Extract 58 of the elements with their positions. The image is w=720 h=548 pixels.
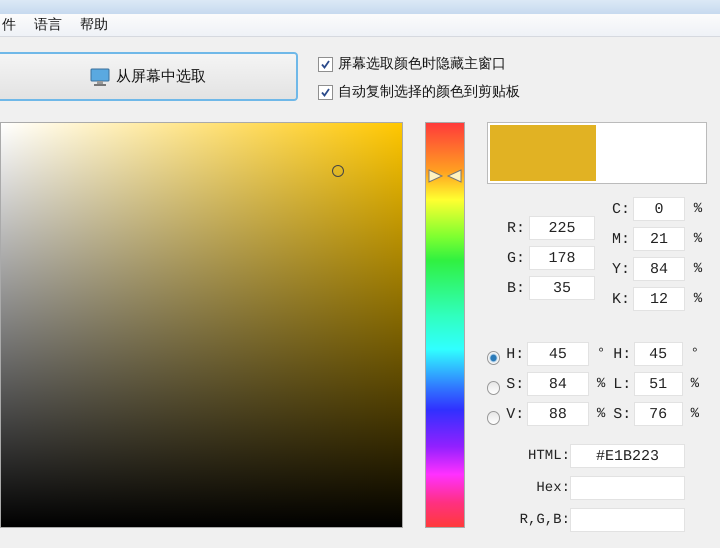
monitor-icon bbox=[90, 68, 110, 86]
unit-label: % bbox=[596, 376, 606, 392]
unit-label: % bbox=[692, 261, 704, 277]
picker-handle[interactable] bbox=[332, 165, 344, 178]
input-field[interactable]: 51 bbox=[634, 372, 683, 396]
hue-slider-handle[interactable] bbox=[428, 168, 462, 183]
unit-label: % bbox=[690, 406, 700, 422]
field-label: Hex: bbox=[535, 480, 570, 496]
field-label: S: bbox=[506, 376, 526, 392]
unit-label: ° bbox=[596, 346, 606, 362]
field-label: C: bbox=[612, 200, 632, 218]
input-field[interactable]: 76 bbox=[634, 402, 683, 426]
menu-item[interactable]: 帮助 bbox=[80, 16, 108, 34]
input-field[interactable]: 84 bbox=[633, 257, 685, 281]
radio-button[interactable] bbox=[487, 351, 500, 365]
field-label: B: bbox=[507, 280, 526, 296]
input-field[interactable]: 88 bbox=[526, 402, 589, 426]
unit-label: % bbox=[596, 406, 606, 422]
field-label: H: bbox=[506, 346, 526, 362]
input-field[interactable] bbox=[570, 476, 685, 500]
field-label: R: bbox=[507, 220, 526, 236]
field-label: G: bbox=[507, 250, 526, 266]
field-label: R,G,B: bbox=[518, 512, 570, 528]
input-field[interactable]: 12 bbox=[633, 287, 685, 311]
checkbox-label: 屏幕选取颜色时隐藏主窗口 bbox=[338, 55, 506, 73]
checkbox[interactable] bbox=[318, 56, 333, 72]
input-field[interactable]: 225 bbox=[529, 216, 595, 240]
input-field[interactable]: #E1B223 bbox=[570, 444, 685, 468]
unit-label: % bbox=[690, 376, 700, 392]
menu-item[interactable]: 件 bbox=[2, 16, 16, 34]
unit-label: % bbox=[692, 291, 704, 307]
input-field[interactable]: 178 bbox=[529, 246, 595, 270]
input-field[interactable]: 45 bbox=[526, 342, 589, 366]
input-field[interactable]: 0 bbox=[633, 197, 685, 221]
field-label: V: bbox=[506, 406, 526, 422]
field-label: H: bbox=[613, 346, 626, 362]
pick-from-screen-button[interactable]: 从屏幕中选取 bbox=[0, 52, 298, 101]
checkbox[interactable] bbox=[318, 84, 333, 100]
unit-label: % bbox=[692, 231, 704, 247]
menu-item[interactable]: 语言 bbox=[34, 16, 62, 34]
hue-slider[interactable] bbox=[425, 122, 465, 528]
field-label: K: bbox=[612, 290, 632, 308]
field-label: M: bbox=[612, 230, 632, 248]
input-field[interactable]: 21 bbox=[633, 227, 685, 251]
radio-button[interactable] bbox=[487, 411, 500, 425]
input-field[interactable]: 35 bbox=[529, 276, 595, 300]
input-field[interactable]: 84 bbox=[526, 372, 589, 396]
unit-label: ° bbox=[690, 346, 700, 362]
saturation-value-picker[interactable] bbox=[0, 122, 403, 528]
field-label: HTML: bbox=[526, 448, 570, 464]
checkbox-label: 自动复制选择的颜色到剪贴板 bbox=[338, 83, 520, 101]
field-label: Y: bbox=[612, 260, 632, 278]
radio-button[interactable] bbox=[487, 381, 500, 395]
field-label: S: bbox=[613, 406, 626, 422]
unit-label: % bbox=[692, 201, 704, 217]
input-field[interactable]: 45 bbox=[634, 342, 683, 366]
field-label: L: bbox=[613, 376, 626, 392]
input-field[interactable] bbox=[570, 508, 685, 532]
